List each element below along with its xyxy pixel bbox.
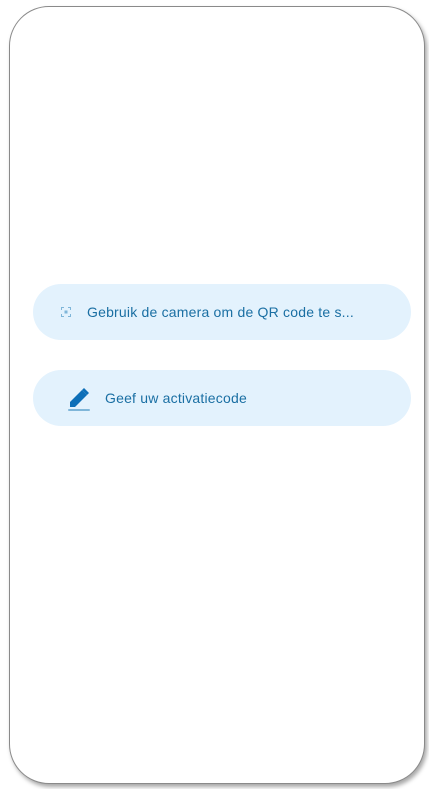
enter-activation-code-button[interactable]: Geef uw activatiecode	[33, 370, 411, 426]
qr-scan-icon	[55, 307, 77, 317]
scan-qr-label: Gebruik de camera om de QR code te s...	[87, 304, 354, 320]
enter-activation-code-label: Geef uw activatiecode	[105, 390, 247, 406]
phone-screen: Gebruik de camera om de QR code te s... …	[9, 6, 425, 784]
scan-qr-button[interactable]: Gebruik de camera om de QR code te s...	[33, 284, 411, 340]
pencil-icon	[65, 385, 93, 411]
